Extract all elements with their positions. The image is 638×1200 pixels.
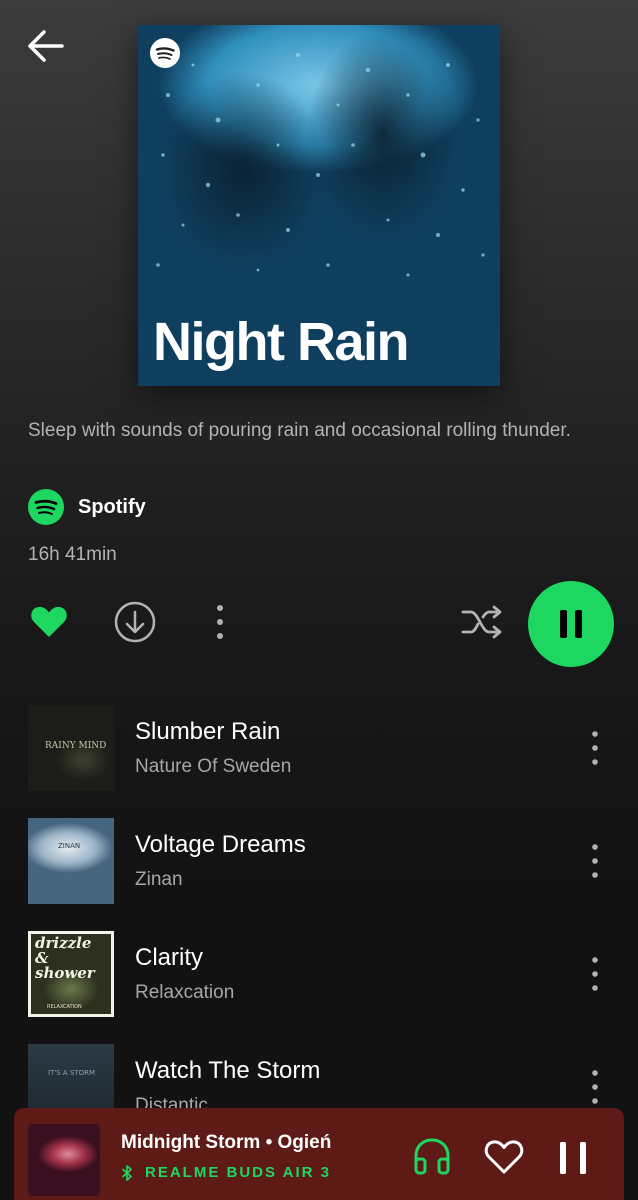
playlist-duration: 16h 41min	[28, 544, 117, 565]
track-art: drizzle & shower RELAXCATION	[28, 931, 114, 1017]
playlist-owner[interactable]: Spotify	[28, 488, 146, 526]
track-art-text: ZINAN	[58, 842, 81, 850]
track-title: Voltage Dreams	[135, 831, 306, 858]
track-title: Watch The Storm	[135, 1057, 321, 1084]
track-row[interactable]: drizzle & shower RELAXCATION Clarity Rel…	[0, 926, 638, 1017]
track-artist: Nature Of Sweden	[135, 756, 292, 777]
track-row[interactable]: ZINAN Voltage Dreams Zinan	[0, 813, 638, 904]
track-art: RAINY MIND	[28, 705, 114, 791]
device-name: REALME BUDS AIR 3	[145, 1164, 331, 1181]
spotify-logo-icon	[150, 38, 180, 68]
playlist-cover: Night Rain	[138, 25, 500, 386]
pause-button[interactable]	[528, 581, 614, 667]
like-button[interactable]	[28, 600, 70, 642]
more-vertical-icon[interactable]	[580, 954, 610, 994]
track-artist: Zinan	[135, 869, 183, 890]
shuffle-button[interactable]	[458, 598, 506, 646]
connected-device[interactable]: REALME BUDS AIR 3	[121, 1164, 331, 1181]
now-playing-art	[28, 1124, 100, 1196]
playlist-description: Sleep with sounds of pouring rain and oc…	[28, 420, 571, 441]
more-vertical-icon	[217, 605, 223, 639]
now-playing-bar[interactable]: Midnight Storm • Ogień REALME BUDS AIR 3	[14, 1108, 624, 1200]
download-button[interactable]	[113, 600, 157, 644]
track-artist: Relaxcation	[135, 982, 235, 1003]
pause-icon	[560, 610, 582, 638]
track-art-text: RAINY MIND	[45, 741, 107, 751]
pause-icon[interactable]	[554, 1138, 594, 1178]
track-art-text: IT'S A STORM	[48, 1069, 96, 1077]
spotify-logo-icon	[28, 489, 64, 525]
track-art-text: drizzle & shower	[35, 934, 95, 982]
more-vertical-icon[interactable]	[580, 841, 610, 881]
more-vertical-icon[interactable]	[580, 1067, 610, 1107]
heart-outline-icon[interactable]	[482, 1136, 526, 1176]
owner-name: Spotify	[78, 495, 146, 518]
track-art: ZINAN	[28, 818, 114, 904]
shuffle-icon	[461, 605, 502, 639]
arrow-left-icon	[28, 30, 64, 62]
heart-icon	[31, 606, 67, 637]
track-title: Clarity	[135, 944, 204, 971]
now-playing-title: Midnight Storm • Ogień	[121, 1132, 332, 1153]
track-row[interactable]: RAINY MIND Slumber Rain Nature Of Sweden	[0, 700, 638, 791]
download-icon	[114, 601, 156, 643]
more-options-button[interactable]	[200, 600, 240, 644]
back-button[interactable]	[22, 22, 70, 70]
bluetooth-icon	[122, 1164, 132, 1181]
cover-title: Night Rain	[153, 312, 409, 372]
headphones-icon[interactable]	[410, 1134, 454, 1178]
track-art-subtext: RELAXCATION	[47, 1004, 82, 1010]
more-vertical-icon[interactable]	[580, 728, 610, 768]
track-title: Slumber Rain	[135, 718, 281, 745]
